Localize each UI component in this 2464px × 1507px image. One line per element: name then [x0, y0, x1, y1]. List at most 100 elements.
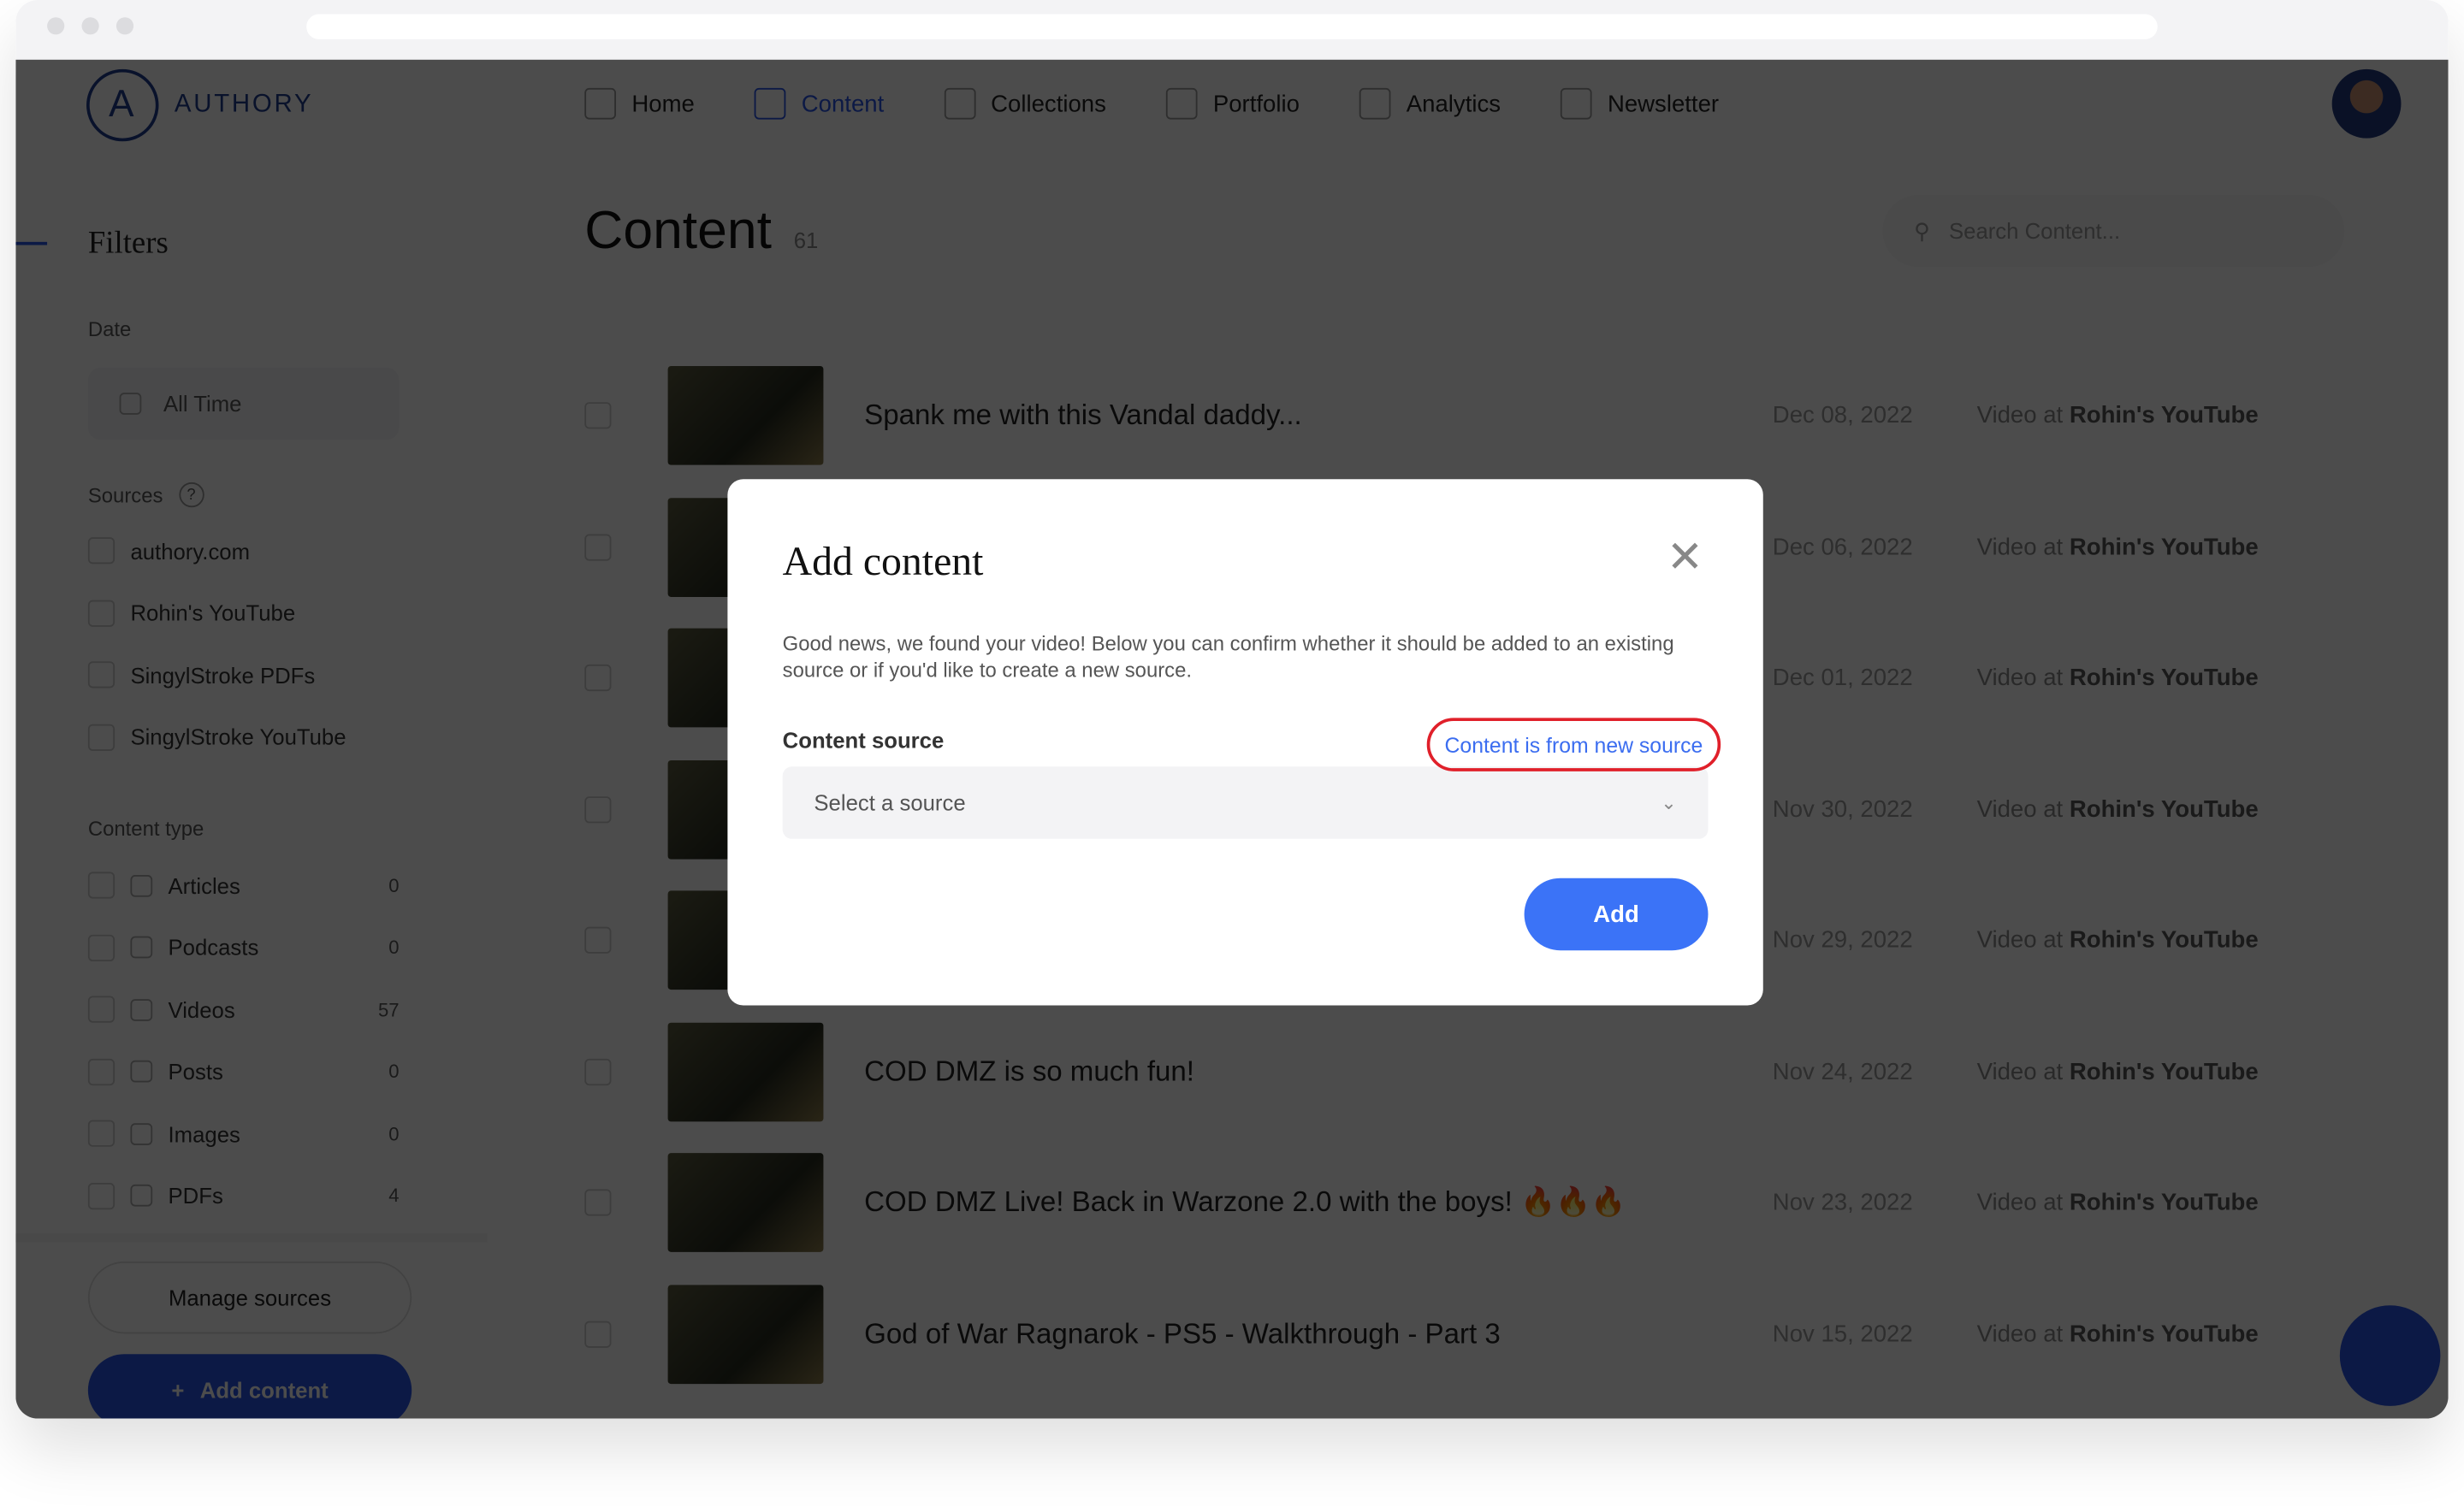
- content-row[interactable]: COD DMZ Live! Back in Warzone 2.0 with t…: [584, 1138, 2313, 1268]
- checkbox[interactable]: [87, 996, 116, 1023]
- logo-icon: A: [86, 68, 159, 142]
- content-row[interactable]: Spank me with this Vandal daddy... Dec 08…: [584, 351, 2313, 482]
- row-source-prefix: Video at: [1976, 534, 2064, 561]
- row-checkbox[interactable]: [584, 1321, 612, 1348]
- row-checkbox[interactable]: [584, 1058, 612, 1085]
- content-icon: [754, 87, 786, 120]
- row-source-prefix: Video at: [1976, 1321, 2064, 1348]
- row-checkbox[interactable]: [584, 795, 612, 823]
- type-count: 4: [388, 1184, 400, 1207]
- video-thumbnail[interactable]: [667, 1284, 824, 1384]
- row-title[interactable]: Spank me with this Vandal daddy...: [864, 399, 1302, 433]
- source-select[interactable]: Select a source ⌄: [782, 766, 1709, 839]
- minimize-window-dot[interactable]: [81, 17, 99, 35]
- add-content-modal: Add content ✕ Good news, we found your v…: [727, 479, 1763, 1006]
- articles-icon: [130, 874, 153, 896]
- checkbox[interactable]: [87, 872, 116, 899]
- nav-analytics[interactable]: Analytics: [1359, 87, 1501, 120]
- checkbox[interactable]: [87, 1058, 116, 1085]
- collapse-indicator[interactable]: [15, 241, 48, 245]
- video-thumbnail[interactable]: [667, 1022, 824, 1121]
- checkbox[interactable]: [87, 1182, 116, 1209]
- add-button[interactable]: Add: [1524, 878, 1709, 951]
- row-source-prefix: Video at: [1976, 795, 2064, 823]
- video-thumbnail[interactable]: [667, 366, 824, 466]
- content-row[interactable]: God of War Ragnarok - PS5 - Walkthrough …: [584, 1268, 2313, 1399]
- select-placeholder: Select a source: [814, 789, 966, 816]
- row-source-prefix: Video at: [1976, 665, 2064, 692]
- search-icon: ⚲: [1914, 217, 1930, 243]
- source-filter[interactable]: SingylStroke PDFs: [87, 661, 400, 688]
- maximize-window-dot[interactable]: [116, 17, 134, 35]
- nav-label: Portfolio: [1212, 90, 1300, 117]
- help-icon[interactable]: ?: [178, 482, 204, 508]
- podcasts-icon: [130, 936, 153, 959]
- browser-titlebar: [15, 0, 2449, 60]
- filters-heading: Filters: [87, 226, 169, 261]
- source-filter[interactable]: SingylStroke YouTube: [87, 723, 400, 751]
- row-title[interactable]: COD DMZ Live! Back in Warzone 2.0 with t…: [864, 1186, 1626, 1220]
- source-name: Rohin's YouTube: [130, 600, 296, 626]
- posts-icon: [130, 1060, 153, 1083]
- nav-home[interactable]: Home: [584, 87, 695, 120]
- chevron-down-icon: ⌄: [1661, 791, 1677, 814]
- images-icon: [130, 1122, 153, 1145]
- close-icon[interactable]: ✕: [1667, 535, 1703, 578]
- row-source: Video at Rohin's YouTube: [1977, 1321, 2259, 1347]
- search-placeholder: Search Content...: [1948, 218, 2121, 244]
- nav-portfolio[interactable]: Portfolio: [1165, 87, 1300, 120]
- home-icon: [584, 87, 616, 120]
- video-thumbnail[interactable]: [667, 1153, 824, 1253]
- plus-icon: +: [171, 1377, 185, 1404]
- calendar-icon: [119, 393, 142, 415]
- nav-newsletter[interactable]: Newsletter: [1560, 87, 1719, 120]
- content-count: 61: [793, 228, 819, 253]
- content-row[interactable]: COD DMZ is so much fun! Nov 24, 2022 Video…: [584, 1006, 2313, 1137]
- chat-widget-button[interactable]: [2339, 1305, 2441, 1406]
- add-content-button[interactable]: + Add content: [87, 1354, 412, 1419]
- pdfs-icon: [130, 1184, 153, 1207]
- type-filter[interactable]: Posts 0: [87, 1058, 400, 1085]
- manage-sources-button[interactable]: Manage sources: [87, 1261, 412, 1334]
- nav-collections[interactable]: Collections: [944, 87, 1106, 120]
- row-checkbox[interactable]: [584, 1189, 612, 1217]
- row-source-name: Rohin's YouTube: [2069, 795, 2259, 823]
- row-checkbox[interactable]: [584, 927, 612, 954]
- address-bar[interactable]: [306, 14, 2158, 39]
- row-checkbox[interactable]: [584, 665, 612, 692]
- new-source-link[interactable]: Content is from new source: [1426, 718, 1721, 771]
- row-source-name: Rohin's YouTube: [2069, 534, 2259, 561]
- date-filter[interactable]: All Time: [87, 367, 400, 440]
- avatar[interactable]: [2331, 68, 2402, 139]
- type-filter[interactable]: Podcasts 0: [87, 933, 400, 961]
- checkbox[interactable]: [87, 599, 116, 626]
- row-title[interactable]: God of War Ragnarok - PS5 - Walkthrough …: [864, 1318, 1501, 1351]
- row-source: Video at Rohin's YouTube: [1977, 1058, 2259, 1084]
- checkbox[interactable]: [87, 723, 116, 751]
- row-checkbox[interactable]: [584, 402, 612, 429]
- row-checkbox[interactable]: [584, 534, 612, 561]
- search-input[interactable]: ⚲ Search Content...: [1882, 194, 2345, 268]
- add-content-label: Add content: [199, 1377, 329, 1404]
- divider: [15, 1232, 488, 1243]
- nav-content[interactable]: Content: [754, 87, 884, 120]
- page-title: Content 61: [584, 201, 818, 263]
- type-filter[interactable]: Articles 0: [87, 872, 400, 899]
- checkbox[interactable]: [87, 933, 116, 961]
- portfolio-icon: [1165, 87, 1198, 120]
- row-title[interactable]: COD DMZ is so much fun!: [864, 1055, 1194, 1089]
- row-date: Nov 24, 2022: [1772, 1058, 1913, 1085]
- logo[interactable]: A AUTHORY: [86, 68, 314, 142]
- type-count: 0: [388, 874, 400, 896]
- type-filter[interactable]: PDFs 4: [87, 1182, 400, 1209]
- checkbox[interactable]: [87, 661, 116, 688]
- type-filter[interactable]: Videos 57: [87, 996, 400, 1023]
- source-filter[interactable]: Rohin's YouTube: [87, 599, 400, 626]
- brand-name: AUTHORY: [174, 91, 314, 118]
- close-window-dot[interactable]: [47, 17, 65, 35]
- source-filter[interactable]: authory.com: [87, 537, 400, 564]
- checkbox[interactable]: [87, 1120, 116, 1147]
- type-filter[interactable]: Images 0: [87, 1120, 400, 1147]
- type-name: Articles: [168, 872, 240, 898]
- checkbox[interactable]: [87, 537, 116, 564]
